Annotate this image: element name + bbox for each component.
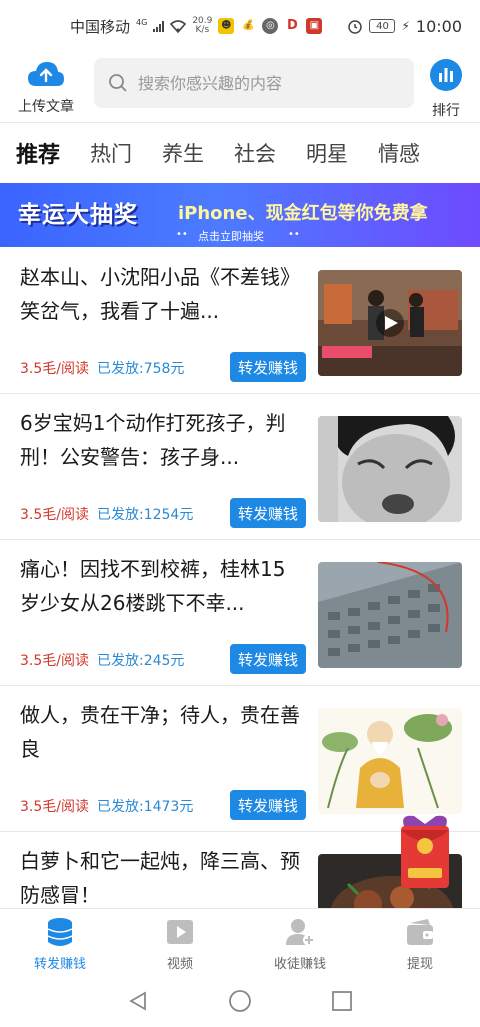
monk-illustration-image <box>318 708 462 814</box>
nav-recruit-earn-label: 收徒赚钱 <box>273 957 326 972</box>
crying-child-image <box>318 416 462 522</box>
red-app-icon: ▣ <box>306 18 323 34</box>
article-meta: 3.5毛/阅读 已发放:1254元 <box>20 504 193 524</box>
article-thumbnail[interactable] <box>318 416 462 522</box>
article-title[interactable]: 痛心！因找不到校裤，桂林15岁少女从26楼跳下不幸... <box>20 552 300 620</box>
nav-withdraw-label: 提现 <box>406 957 433 972</box>
building-image <box>318 562 462 668</box>
signal-icon <box>153 20 165 32</box>
article-meta: 3.5毛/阅读 已发放:1473元 <box>20 796 193 816</box>
article-title[interactable]: 白萝卜和它一起炖，降三高、预防感冒！ <box>20 844 300 912</box>
nav-share-earn-label: 转发赚钱 <box>33 957 86 972</box>
category-tabs: 推荐 热门 养生 社会 明星 情感 <box>0 128 480 178</box>
carrier-label: 中国移动 <box>70 17 131 36</box>
article-thumbnail[interactable] <box>318 270 462 376</box>
article-title[interactable]: 赵本山、小沈阳小品《不差钱》笑岔气，我看了十遍... <box>20 260 300 328</box>
charging-icon: ⚡ <box>401 19 410 33</box>
network-speed: 20.9 K/s <box>192 16 213 35</box>
tab-emotion[interactable]: 情感 <box>378 138 420 168</box>
app-notification-icon: ☻ <box>218 18 235 34</box>
home-icon[interactable] <box>228 989 252 1013</box>
article-item[interactable]: 痛心！因找不到校裤，桂林15岁少女从26楼跳下不幸... 3.5毛/阅读 已发放… <box>0 540 480 686</box>
share-earn-button[interactable]: 转发赚钱 <box>230 498 306 528</box>
nav-video-label: 视频 <box>166 957 193 972</box>
article-item[interactable]: 做人，贵在干净；待人，贵在善良 3.5毛/阅读 已发放:1473元 转发赚钱 <box>0 686 480 832</box>
tab-health[interactable]: 养生 <box>162 138 204 168</box>
search-bar[interactable] <box>94 58 414 108</box>
search-icon <box>109 74 127 92</box>
nav-withdraw[interactable]: 提现 <box>360 909 480 976</box>
banner-dots-decoration: •• <box>176 229 188 240</box>
ranking-chart-icon <box>430 59 462 91</box>
nav-recruit-earn[interactable]: 收徒赚钱 <box>240 909 360 976</box>
tab-hot[interactable]: 热门 <box>90 138 132 168</box>
video-thumbnail-image <box>318 270 462 376</box>
read-rate: 3.5毛/阅读 <box>20 653 89 669</box>
paid-amount: 已发放:1254元 <box>96 507 194 523</box>
paid-amount: 已发放:758元 <box>96 361 185 377</box>
banner-subtitle: iPhone、现金红包等你免费拿 <box>178 203 428 224</box>
read-rate: 3.5毛/阅读 <box>20 361 89 377</box>
article-meta: 3.5毛/阅读 已发放:758元 <box>20 358 184 378</box>
article-meta: 3.5毛/阅读 已发放:245元 <box>20 650 184 670</box>
read-rate: 3.5毛/阅读 <box>20 507 89 523</box>
share-earn-button[interactable]: 转发赚钱 <box>230 790 306 820</box>
search-input[interactable] <box>138 73 398 93</box>
wifi-icon <box>170 20 187 33</box>
cloud-upload-icon <box>28 62 64 86</box>
network-type-label: 4G <box>136 17 148 27</box>
banner-title: 幸运大抽奖 <box>18 202 138 228</box>
bottom-navigation: 转发赚钱 视频 收徒赚钱 提现 <box>0 908 480 976</box>
banner-cta: 点击立即抽奖 <box>198 230 264 243</box>
clock: 10:00 <box>415 16 462 36</box>
browser-icon: ◎ <box>262 18 279 34</box>
ranking-label: 排行 <box>432 103 460 119</box>
status-bar: 中国移动 4G 20.9 K/s ☻ 💰 ◎ D ▣ 40 ⚡ 10:00 <box>0 0 480 52</box>
recent-apps-icon[interactable] <box>331 990 353 1012</box>
paid-amount: 已发放:1473元 <box>96 799 194 815</box>
upload-label: 上传文章 <box>18 99 74 115</box>
tab-celebrity[interactable]: 明星 <box>306 138 348 168</box>
article-title[interactable]: 做人，贵在干净；待人，贵在善良 <box>20 698 300 766</box>
upload-article-button[interactable]: 上传文章 <box>12 58 80 116</box>
app-header: 上传文章 排行 <box>0 52 480 120</box>
moneybag-icon: 💰 <box>242 20 255 31</box>
battery-icon: 40 <box>369 19 396 33</box>
article-title[interactable]: 6岁宝妈1个动作打死孩子，判刑！公安警告：孩子身... <box>20 406 300 474</box>
video-icon <box>167 920 193 944</box>
share-earn-button[interactable]: 转发赚钱 <box>230 352 306 382</box>
wallet-icon <box>407 919 433 945</box>
lucky-draw-banner[interactable]: 幸运大抽奖 iPhone、现金红包等你免费拿 •• 点击立即抽奖 •• <box>0 183 480 247</box>
article-thumbnail[interactable] <box>318 562 462 668</box>
read-rate: 3.5毛/阅读 <box>20 799 89 815</box>
system-navigation-bar <box>0 976 480 1027</box>
article-item[interactable]: 6岁宝妈1个动作打死孩子，判刑！公安警告：孩子身... 3.5毛/阅读 已发放:… <box>0 394 480 540</box>
share-earn-button[interactable]: 转发赚钱 <box>230 644 306 674</box>
red-packet-float-button[interactable] <box>398 812 452 890</box>
article-thumbnail[interactable] <box>318 708 462 814</box>
article-item[interactable]: 赵本山、小沈阳小品《不差钱》笑岔气，我看了十遍... 3.5毛/阅读 已发放:7… <box>0 248 480 394</box>
nav-video[interactable]: 视频 <box>120 909 240 976</box>
red-envelope-icon <box>401 815 449 888</box>
tab-society[interactable]: 社会 <box>234 138 276 168</box>
paid-amount: 已发放:245元 <box>96 653 185 669</box>
banner-dots-decoration-right: •• <box>288 229 300 240</box>
add-user-icon <box>286 919 315 946</box>
d-app-icon: D <box>286 18 298 33</box>
header-divider <box>0 122 480 123</box>
nav-share-earn[interactable]: 转发赚钱 <box>0 909 120 976</box>
alarm-icon <box>348 20 363 34</box>
back-icon[interactable] <box>127 990 149 1012</box>
coins-icon <box>47 918 73 946</box>
tab-recommended[interactable]: 推荐 <box>16 137 60 169</box>
ranking-button[interactable]: 排行 <box>424 58 468 120</box>
